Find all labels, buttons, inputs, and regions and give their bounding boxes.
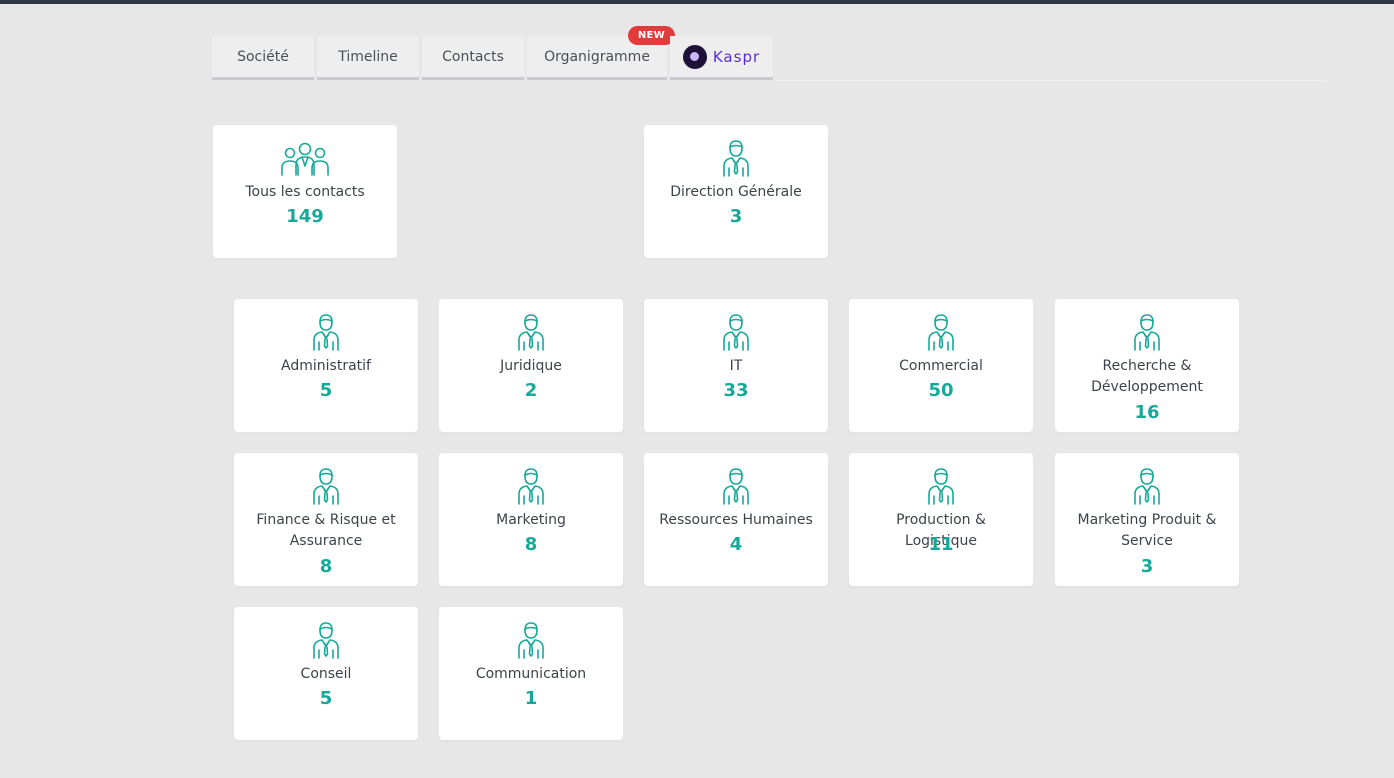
tab-label: Timeline — [338, 48, 398, 65]
person-icon — [518, 468, 544, 505]
person-icon — [518, 622, 544, 659]
card-label: Marketing Produit & Service — [1077, 512, 1217, 549]
card-marketing[interactable]: Marketing 8 — [439, 453, 623, 586]
card-count: 5 — [319, 688, 333, 709]
tab-bar: Société Timeline Contacts Organigramme N… — [212, 26, 776, 80]
card-count: 2 — [524, 380, 538, 401]
card-marketing-produit-service[interactable]: Marketing Produit & Service 3 — [1055, 453, 1239, 586]
person-icon — [518, 314, 544, 351]
card-tous-les-contacts[interactable]: Tous les contacts 149 — [213, 125, 397, 258]
person-icon — [928, 314, 954, 351]
card-communication[interactable]: Communication 1 — [439, 607, 623, 740]
person-icon — [313, 314, 339, 351]
card-label: Ressources Humaines — [659, 512, 813, 528]
group-icon — [281, 142, 329, 176]
person-icon — [928, 468, 954, 505]
card-recherche-developpement[interactable]: Recherche & Développement 16 — [1055, 299, 1239, 432]
top-bar — [0, 0, 1394, 4]
card-count: 1 — [524, 688, 538, 709]
card-label: Conseil — [300, 666, 352, 682]
tab-label: Société — [237, 48, 289, 65]
kaspr-logo-text: Kaspr — [712, 47, 761, 66]
card-count: 50 — [928, 380, 954, 401]
card-label: IT — [729, 358, 743, 374]
tab-contacts[interactable]: Contacts — [422, 36, 524, 80]
card-finance-risque-assurance[interactable]: Finance & Risque et Assurance 8 — [234, 453, 418, 586]
card-count: 11 — [928, 534, 954, 555]
card-count: 8 — [524, 534, 538, 555]
card-label: Commercial — [899, 358, 983, 374]
card-label: Marketing — [496, 512, 566, 528]
person-icon — [313, 622, 339, 659]
person-icon — [1134, 314, 1160, 351]
card-ressources-humaines[interactable]: Ressources Humaines 4 — [644, 453, 828, 586]
person-icon — [313, 468, 339, 505]
card-it[interactable]: IT 33 — [644, 299, 828, 432]
card-administratif[interactable]: Administratif 5 — [234, 299, 418, 432]
card-count: 4 — [729, 534, 743, 555]
tab-label: Organigramme — [544, 48, 650, 65]
card-count: 33 — [723, 380, 749, 401]
card-direction-generale[interactable]: Direction Générale 3 — [644, 125, 828, 258]
card-count: 3 — [1140, 556, 1154, 577]
card-label: Direction Générale — [670, 184, 802, 200]
card-count: 16 — [1134, 402, 1160, 423]
card-label: Recherche & Développement — [1091, 358, 1203, 395]
card-conseil[interactable]: Conseil 5 — [234, 607, 418, 740]
card-count: 3 — [729, 206, 743, 227]
kaspr-logo: Kaspr — [682, 44, 761, 69]
tab-kaspr[interactable]: Kaspr — [670, 36, 773, 80]
card-juridique[interactable]: Juridique 2 — [439, 299, 623, 432]
tab-organigramme[interactable]: Organigramme NEW — [527, 26, 675, 80]
tab-societe[interactable]: Société — [212, 36, 314, 80]
tab-timeline[interactable]: Timeline — [317, 36, 419, 80]
tab-label: Contacts — [442, 48, 504, 65]
card-label: Communication — [475, 666, 587, 682]
card-production-logistique[interactable]: Production & Logistique 11 — [849, 453, 1033, 586]
card-count: 8 — [319, 556, 333, 577]
card-label: Finance & Risque et Assurance — [256, 512, 396, 549]
card-count: 149 — [286, 206, 324, 227]
new-badge: NEW — [627, 26, 675, 45]
person-icon — [723, 314, 749, 351]
card-label: Administratif — [281, 358, 371, 374]
card-label: Tous les contacts — [245, 184, 365, 200]
person-icon — [723, 468, 749, 505]
card-count: 5 — [319, 380, 333, 401]
person-icon — [723, 140, 749, 177]
person-icon — [1134, 468, 1160, 505]
card-label: Juridique — [500, 358, 562, 374]
kaspr-logo-icon — [682, 44, 707, 69]
card-commercial[interactable]: Commercial 50 — [849, 299, 1033, 432]
tab-divider — [775, 80, 1325, 81]
